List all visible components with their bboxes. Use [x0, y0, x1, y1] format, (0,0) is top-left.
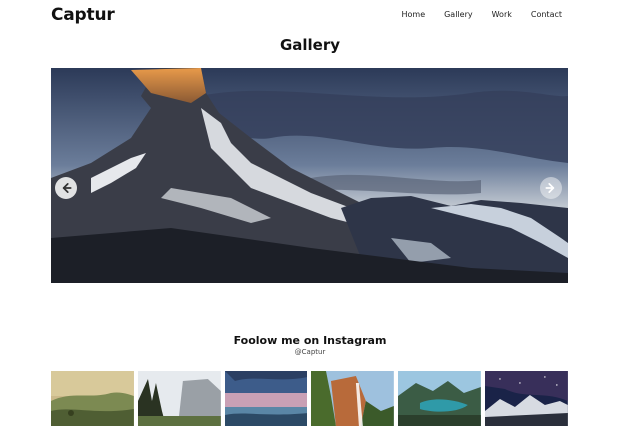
instagram-thumbnail[interactable]	[311, 371, 395, 426]
instagram-handle[interactable]: @Captur	[0, 348, 620, 356]
mountain-lake-image	[398, 371, 482, 426]
instagram-thumbnail-row	[51, 371, 568, 426]
nav-menu: Home Gallery Work Contact	[382, 10, 562, 19]
nav-home[interactable]: Home	[401, 10, 425, 19]
instagram-thumbnail[interactable]	[51, 371, 134, 426]
slide-image	[51, 68, 568, 283]
logo[interactable]: Captur	[51, 5, 115, 25]
slider-prev-button[interactable]	[55, 177, 77, 199]
instagram-thumbnail[interactable]	[224, 371, 308, 426]
night-sky-mountains-image	[485, 371, 568, 426]
instagram-thumbnail[interactable]	[137, 371, 221, 426]
arrow-left-circle-icon	[62, 183, 72, 193]
slider-next-button[interactable]	[540, 177, 562, 199]
instagram-thumbnail[interactable]	[398, 371, 482, 426]
instagram-thumbnail[interactable]	[485, 371, 568, 426]
page-title: Gallery	[279, 36, 341, 54]
navbar: Captur Home Gallery Work Contact	[0, 0, 620, 32]
pink-sunset-sea-image	[224, 371, 308, 426]
gallery-slider	[51, 68, 568, 283]
forest-cliffs-image	[137, 371, 221, 426]
waterfall-canyon-image	[311, 371, 395, 426]
misty-hills-image	[51, 371, 134, 426]
arrow-right-circle-icon	[545, 183, 555, 193]
nav-work[interactable]: Work	[492, 10, 512, 19]
nav-gallery[interactable]: Gallery	[444, 10, 473, 19]
instagram-heading: Foolow me on Instagram	[233, 334, 387, 347]
nav-contact[interactable]: Contact	[531, 10, 562, 19]
